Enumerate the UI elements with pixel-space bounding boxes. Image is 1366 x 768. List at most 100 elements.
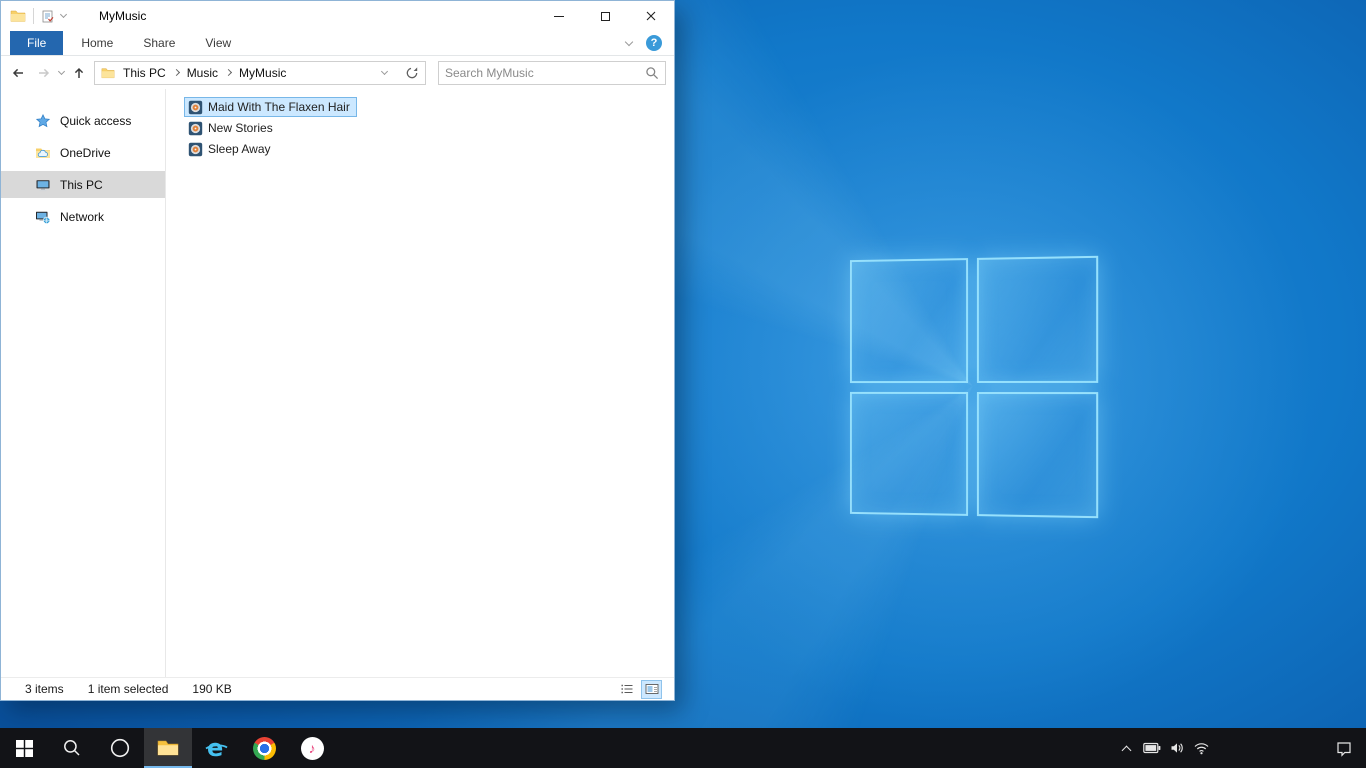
- back-arrow-icon: [12, 68, 23, 77]
- close-button[interactable]: [628, 1, 674, 31]
- address-folder-icon: [101, 66, 115, 80]
- status-selected-size: 190 KB: [192, 682, 232, 696]
- tab-file[interactable]: File: [10, 31, 64, 55]
- ribbon-right-controls: ?: [624, 31, 674, 55]
- speaker-icon: [1171, 743, 1183, 753]
- file-list[interactable]: Maid With The Flaxen Hair New Stories Sl…: [166, 89, 674, 677]
- recent-locations-chevron-icon[interactable]: [57, 67, 66, 75]
- sidebar-item-network[interactable]: Network: [1, 203, 165, 230]
- internet-explorer-icon: e: [205, 735, 228, 761]
- qat-properties-icon[interactable]: [41, 10, 54, 23]
- ribbon-tab-strip: File Home Share View ?: [1, 31, 674, 56]
- battery-icon: [1142, 742, 1160, 754]
- large-icons-view-icon: [645, 684, 658, 694]
- file-item-sleep-away[interactable]: Sleep Away: [184, 139, 278, 159]
- sidebar-item-label: Quick access: [60, 113, 132, 128]
- logo-pane-top-left: [849, 258, 968, 383]
- taskbar: e ♪: [0, 728, 1366, 768]
- music-file-icon: [188, 142, 203, 157]
- up-arrow-icon: [74, 67, 84, 78]
- explorer-main: Quick access OneDrive This PC Network Ma…: [1, 89, 674, 677]
- wifi-icon: [1194, 743, 1209, 755]
- close-icon: [646, 11, 656, 21]
- breadcrumb-separator-icon[interactable]: [172, 68, 180, 77]
- maximize-icon: [600, 11, 610, 21]
- taskbar-file-explorer-button[interactable]: [144, 728, 192, 768]
- logo-pane-bottom-left: [849, 391, 968, 516]
- tab-share[interactable]: Share: [128, 31, 190, 55]
- forward-button[interactable]: [33, 62, 55, 84]
- maximize-button[interactable]: [582, 1, 628, 31]
- onedrive-cloud-icon: [35, 145, 51, 161]
- chrome-icon: [252, 736, 276, 760]
- sidebar-item-onedrive[interactable]: OneDrive: [1, 139, 165, 166]
- status-item-count: 3 items: [25, 682, 64, 696]
- file-item-new-stories[interactable]: New Stories: [184, 118, 280, 138]
- cortana-button[interactable]: [96, 728, 144, 768]
- file-name: Sleep Away: [208, 142, 271, 156]
- breadcrumb-mymusic[interactable]: MyMusic: [237, 66, 288, 80]
- search-box: [438, 60, 666, 85]
- file-explorer-window: MyMusic File Home Share View ? This PC M…: [0, 0, 675, 701]
- chrome-button[interactable]: [240, 728, 288, 768]
- system-tray: [1114, 728, 1366, 768]
- navigation-pane: Quick access OneDrive This PC Network: [1, 89, 166, 677]
- breadcrumb-separator-icon[interactable]: [224, 68, 233, 77]
- itunes-music-note-icon: ♪: [300, 736, 324, 760]
- address-bar[interactable]: This PC Music MyMusic: [94, 60, 426, 85]
- help-button[interactable]: ?: [646, 35, 662, 51]
- quick-access-toolbar: MyMusic: [1, 8, 536, 24]
- logo-pane-bottom-right: [976, 391, 1099, 519]
- window-folder-icon: [10, 8, 26, 24]
- start-button[interactable]: [0, 728, 48, 768]
- details-view-icon: [621, 684, 632, 694]
- address-row: This PC Music MyMusic: [1, 56, 674, 89]
- ribbon-expand-chevron-icon[interactable]: [624, 37, 634, 46]
- qat-customize-chevron-icon[interactable]: [59, 10, 68, 19]
- battery-tray-button[interactable]: [1139, 728, 1164, 768]
- status-bar: 3 items 1 item selected 190 KB: [1, 677, 674, 700]
- action-center-button[interactable]: [1322, 728, 1366, 768]
- action-center-icon: [1337, 741, 1351, 757]
- titlebar[interactable]: MyMusic: [1, 1, 674, 31]
- address-dropdown-chevron-icon[interactable]: [380, 67, 389, 75]
- details-view-button[interactable]: [616, 680, 637, 699]
- sidebar-item-label: OneDrive: [60, 145, 111, 160]
- show-hidden-icons-button[interactable]: [1114, 728, 1139, 768]
- quick-access-star-icon: [35, 113, 51, 129]
- sidebar-item-this-pc[interactable]: This PC: [1, 171, 165, 198]
- up-button[interactable]: [68, 62, 90, 84]
- this-pc-icon: [35, 177, 51, 193]
- volume-tray-button[interactable]: [1164, 728, 1189, 768]
- search-input[interactable]: [445, 65, 645, 80]
- view-toggle-buttons: [616, 679, 662, 699]
- window-controls: [536, 1, 674, 31]
- itunes-button[interactable]: ♪: [288, 728, 336, 768]
- search-icon[interactable]: [645, 66, 659, 80]
- refresh-icon: [406, 66, 418, 78]
- breadcrumb-this-pc[interactable]: This PC: [121, 66, 168, 80]
- minimize-icon: [554, 15, 564, 17]
- help-icon: ?: [650, 37, 658, 49]
- file-name: New Stories: [208, 121, 273, 135]
- large-icons-view-button[interactable]: [641, 679, 662, 699]
- back-button[interactable]: [7, 62, 29, 84]
- windows-wallpaper-logo: [849, 255, 1099, 519]
- breadcrumb-music[interactable]: Music: [185, 66, 220, 80]
- taskbar-search-button[interactable]: [48, 728, 96, 768]
- sidebar-item-quick-access[interactable]: Quick access: [1, 107, 165, 134]
- tab-home[interactable]: Home: [66, 31, 128, 55]
- sidebar-item-label: This PC: [60, 177, 103, 192]
- file-item-maid-with-the-flaxen-hair[interactable]: Maid With The Flaxen Hair: [184, 97, 357, 117]
- cortana-icon: [110, 738, 130, 758]
- network-tray-button[interactable]: [1189, 728, 1214, 768]
- svg-text:e: e: [207, 735, 223, 761]
- file-name: Maid With The Flaxen Hair: [208, 100, 350, 114]
- music-file-icon: [188, 121, 203, 136]
- chevron-up-icon: [1121, 745, 1132, 755]
- internet-explorer-button[interactable]: e: [192, 728, 240, 768]
- minimize-button[interactable]: [536, 1, 582, 31]
- tab-view[interactable]: View: [190, 31, 246, 55]
- forward-arrow-icon: [39, 68, 50, 77]
- refresh-button[interactable]: [401, 62, 423, 84]
